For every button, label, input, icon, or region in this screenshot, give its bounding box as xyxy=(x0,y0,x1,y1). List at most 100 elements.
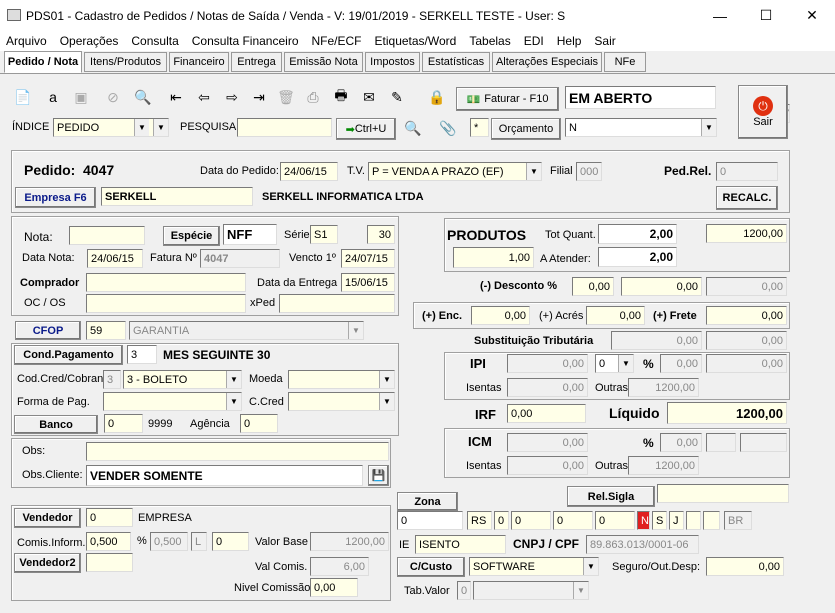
cond-code-field[interactable]: 3 xyxy=(127,345,157,364)
menu-operacoes[interactable]: Operações xyxy=(60,34,119,48)
num30-field[interactable]: 30 xyxy=(367,225,395,244)
minimize-button[interactable]: — xyxy=(697,0,743,31)
comis-field[interactable]: 0,500 xyxy=(86,532,131,551)
n-select[interactable]: N ▼ xyxy=(565,118,717,137)
ccred-select[interactable]: ▼ xyxy=(288,392,395,411)
desc1-field[interactable]: 0,00 xyxy=(572,277,614,296)
new-doc-icon[interactable]: 📄 xyxy=(12,86,34,108)
prev-icon[interactable]: ⇦ xyxy=(193,86,215,108)
tv-select[interactable]: P = VENDA A PRAZO (EF) ▼ xyxy=(368,162,542,181)
cancel-icon[interactable]: ⊘ xyxy=(102,86,124,108)
relsigla-field[interactable] xyxy=(657,484,789,503)
edit-icon[interactable]: ✎ xyxy=(386,86,408,108)
menu-consulta-financeiro[interactable]: Consulta Financeiro xyxy=(192,34,299,48)
cfop-select[interactable]: GARANTIA ▼ xyxy=(129,321,364,340)
z1-field[interactable]: 0 xyxy=(494,511,509,530)
z4-field[interactable]: 0 xyxy=(595,511,635,530)
uf-field[interactable]: RS xyxy=(467,511,492,530)
menu-consulta[interactable]: Consulta xyxy=(131,34,178,48)
agencia-field[interactable]: 0 xyxy=(240,414,278,433)
formapag-select[interactable]: ▼ xyxy=(103,392,242,411)
menu-nfe-ecf[interactable]: NFe/ECF xyxy=(312,34,362,48)
menu-tabelas[interactable]: Tabelas xyxy=(469,34,510,48)
ccusto-button[interactable]: C/Custo xyxy=(397,557,465,577)
data-pedido-field[interactable]: 24/06/15 xyxy=(280,162,338,181)
banco-button[interactable]: Banco xyxy=(14,415,98,434)
next-icon[interactable]: ⇨ xyxy=(221,86,243,108)
indice-select[interactable]: PEDIDO ▼ ▼ xyxy=(53,118,169,137)
enc-field[interactable]: 0,00 xyxy=(471,306,530,325)
tab-pedido-nota[interactable]: Pedido / Nota xyxy=(4,51,82,73)
nivel-field[interactable]: 0,00 xyxy=(310,578,358,597)
spell-icon[interactable]: a xyxy=(42,86,64,108)
data-entrega-field[interactable]: 15/06/15 xyxy=(341,273,395,292)
paperclip-icon[interactable]: 📎 xyxy=(437,117,459,139)
z2-field[interactable]: 0 xyxy=(511,511,551,530)
especie-field[interactable]: NFF xyxy=(223,224,277,245)
data-nota-field[interactable]: 24/06/15 xyxy=(87,249,143,268)
moeda-select[interactable]: ▼ xyxy=(288,370,395,389)
vencto-field[interactable]: 24/07/15 xyxy=(341,249,395,268)
zero-field[interactable]: 0 xyxy=(212,532,249,551)
boleto-select[interactable]: 3 - BOLETO ▼ xyxy=(123,370,242,389)
comprador-field[interactable] xyxy=(86,273,246,292)
lock-icon[interactable]: 🔒 xyxy=(426,86,448,108)
mail-icon[interactable]: ✉ xyxy=(358,86,380,108)
empresa-code-field[interactable]: SERKELL xyxy=(101,187,253,206)
ocos-field[interactable] xyxy=(86,294,246,313)
zona-code-field[interactable]: 0 xyxy=(397,511,463,530)
especie-button[interactable]: Espécie xyxy=(163,226,220,246)
last-icon[interactable]: ⇥ xyxy=(248,86,270,108)
disk-icon[interactable]: 💾 xyxy=(368,465,389,486)
z3-field[interactable]: 0 xyxy=(553,511,593,530)
orcamento-button[interactable]: Orçamento xyxy=(491,118,561,140)
banco-field[interactable]: 0 xyxy=(104,414,143,433)
vendedor2-field[interactable] xyxy=(86,553,133,572)
nota-field[interactable] xyxy=(69,226,145,245)
maximize-button[interactable]: ☐ xyxy=(743,0,789,31)
cfop-button[interactable]: CFOP xyxy=(15,321,81,340)
cond-pagamento-button[interactable]: Cond.Pagamento xyxy=(14,345,123,365)
tab-financeiro[interactable]: Financeiro xyxy=(169,52,229,72)
tab-impostos[interactable]: Impostos xyxy=(365,52,420,72)
obscli-field[interactable]: VENDER SOMENTE xyxy=(86,465,363,486)
tab-entrega[interactable]: Entrega xyxy=(231,52,282,72)
star-field[interactable]: * xyxy=(470,118,489,137)
seguro-field[interactable]: 0,00 xyxy=(706,557,784,576)
tab-estatisticas[interactable]: Estatísticas xyxy=(422,52,490,72)
vendedor2-button[interactable]: Vendedor2 xyxy=(14,553,81,573)
tab-itens-produtos[interactable]: Itens/Produtos xyxy=(84,52,167,72)
print-icon[interactable]: ⎙ xyxy=(302,86,324,108)
search2-icon[interactable]: 🔍 xyxy=(402,117,424,139)
close-button[interactable]: ✕ xyxy=(789,0,835,31)
zona-button[interactable]: Zona xyxy=(397,492,458,511)
ccusto-select[interactable]: SOFTWARE ▼ xyxy=(469,557,599,576)
irf-field[interactable]: 0,00 xyxy=(507,404,586,423)
acres-field[interactable]: 0,00 xyxy=(586,306,645,325)
frete-field[interactable]: 0,00 xyxy=(706,306,787,325)
desc2-field[interactable]: 0,00 xyxy=(621,277,702,296)
menu-edi[interactable]: EDI xyxy=(524,34,544,48)
save-icon[interactable]: ▣ xyxy=(70,86,92,108)
ctrlu-button[interactable]: ➡ Ctrl+U xyxy=(336,118,396,140)
serie-field[interactable]: S1 xyxy=(310,225,338,244)
printer2-icon[interactable]: 🖶 xyxy=(330,86,352,108)
tabvalor-select[interactable]: ▼ xyxy=(473,581,589,600)
relsigla-button[interactable]: Rel.Sigla xyxy=(567,486,655,507)
empresa-button[interactable]: Empresa F6 xyxy=(15,187,96,208)
faturar-button[interactable]: 💵 Faturar - F10 xyxy=(456,87,559,111)
recalc-button[interactable]: RECALC. xyxy=(716,186,778,210)
menu-help[interactable]: Help xyxy=(557,34,582,48)
ie-field[interactable]: ISENTO xyxy=(415,535,506,554)
search-icon[interactable]: 🔍 xyxy=(132,86,154,108)
obs-field[interactable] xyxy=(86,442,389,461)
first-icon[interactable]: ⇤ xyxy=(165,86,187,108)
vendedor-button[interactable]: Vendedor xyxy=(14,508,81,528)
ipi-select[interactable]: 0 ▼ xyxy=(595,354,634,373)
menu-sair[interactable]: Sair xyxy=(594,34,615,48)
menu-arquivo[interactable]: Arquivo xyxy=(6,34,47,48)
vendedor-field[interactable]: 0 xyxy=(86,508,133,527)
tab-nfe[interactable]: NFe xyxy=(604,52,646,72)
cfop-code-field[interactable]: 59 xyxy=(86,321,126,340)
menu-etiquetas-word[interactable]: Etiquetas/Word xyxy=(375,34,457,48)
